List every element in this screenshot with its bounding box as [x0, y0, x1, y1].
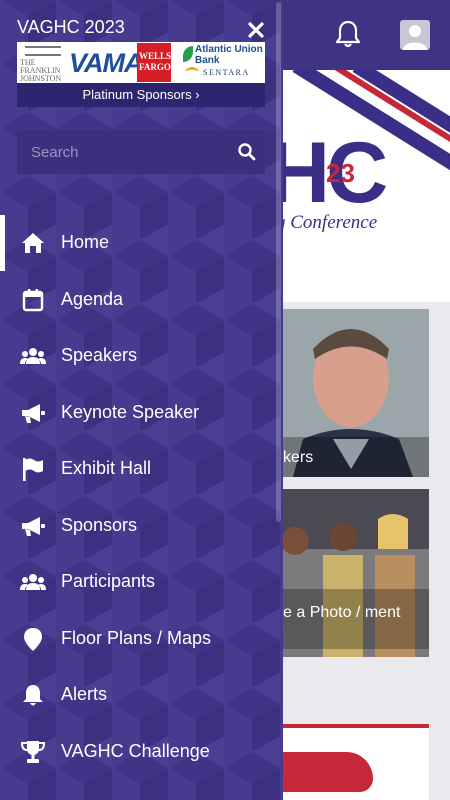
menu-item-keynote-speaker[interactable]: Keynote Speaker — [0, 385, 283, 441]
home-icon — [22, 233, 44, 253]
menu-item-label: Participants — [61, 571, 156, 591]
drawer-title: VAGHC 2023 — [17, 17, 125, 37]
people-icon — [20, 796, 46, 800]
menu-item-partial[interactable] — [0, 780, 283, 800]
menu-item-home[interactable]: Home — [0, 215, 283, 271]
menu-item-label: Alerts — [61, 684, 108, 704]
menu-item-participants[interactable]: Participants — [0, 554, 283, 610]
map-pin-icon — [24, 627, 42, 651]
menu-item-sponsors[interactable]: Sponsors — [0, 498, 283, 554]
notifications-bell-icon[interactable] — [330, 16, 366, 52]
navigation-drawer: VAGHC 2023 THE FRANKLIN JOHNSTON GROUP V… — [0, 0, 283, 800]
atlantic-union-sentara-logo: Atlantic Union Bank SENTARA — [179, 42, 265, 83]
people-icon — [20, 348, 46, 364]
trophy-icon — [20, 740, 46, 763]
photo-tile-label: e a Photo / ment — [283, 589, 429, 649]
platinum-sponsors-link[interactable]: Platinum Sponsors › — [17, 83, 265, 107]
menu-item-label: Sponsors — [61, 514, 138, 535]
menu-item-label: Speakers — [61, 345, 138, 365]
menu-item-label: Home — [61, 232, 110, 252]
vama-logo: VAMA — [69, 48, 143, 78]
sponsors-tile-label: ors — [283, 766, 313, 787]
sponsor-logos-banner[interactable]: THE FRANKLIN JOHNSTON GROUP VAMA WELLS F… — [17, 42, 265, 83]
wells-fargo-logo: WELLS FARGO — [137, 43, 171, 82]
speakers-tile-label: kers — [283, 437, 429, 477]
menu-item-label: Keynote Speaker — [61, 401, 200, 422]
menu-item-floor-plans[interactable]: Floor Plans / Maps — [0, 611, 283, 667]
menu-item-speakers[interactable]: Speakers — [0, 328, 283, 384]
sponsors-tile[interactable]: ors — [283, 724, 429, 800]
flag-icon — [23, 458, 43, 481]
calendar-icon — [22, 288, 44, 311]
menu-item-vaghc-challenge[interactable]: VAGHC Challenge — [0, 724, 283, 780]
speakers-tile[interactable]: kers — [283, 309, 429, 477]
close-icon[interactable] — [244, 18, 268, 42]
menu-item-agenda[interactable]: Agenda — [0, 272, 283, 328]
search-box — [17, 130, 265, 174]
banner-tagline: g Conference — [276, 212, 378, 233]
search-input[interactable] — [17, 130, 227, 174]
menu-item-label: Exhibit Hall — [61, 458, 152, 478]
megaphone-icon — [22, 516, 45, 536]
menu-item-alerts[interactable]: Alerts — [0, 667, 283, 723]
banner-year: 23 — [326, 158, 355, 188]
megaphone-icon — [22, 403, 45, 423]
photo-tile[interactable]: e a Photo / ment — [283, 489, 429, 657]
menu-item-label: Floor Plans / Maps — [61, 627, 212, 648]
bell-icon — [23, 685, 43, 706]
menu-item-label: VAGHC Challenge — [61, 740, 210, 761]
search-icon[interactable] — [237, 142, 257, 162]
menu-item-exhibit-hall[interactable]: Exhibit Hall — [0, 441, 283, 497]
people-icon — [20, 574, 46, 590]
profile-avatar-icon[interactable] — [400, 20, 430, 50]
menu-item-label: Agenda — [61, 288, 124, 309]
franklin-johnston-logo: THE FRANKLIN JOHNSTON GROUP — [19, 42, 66, 83]
